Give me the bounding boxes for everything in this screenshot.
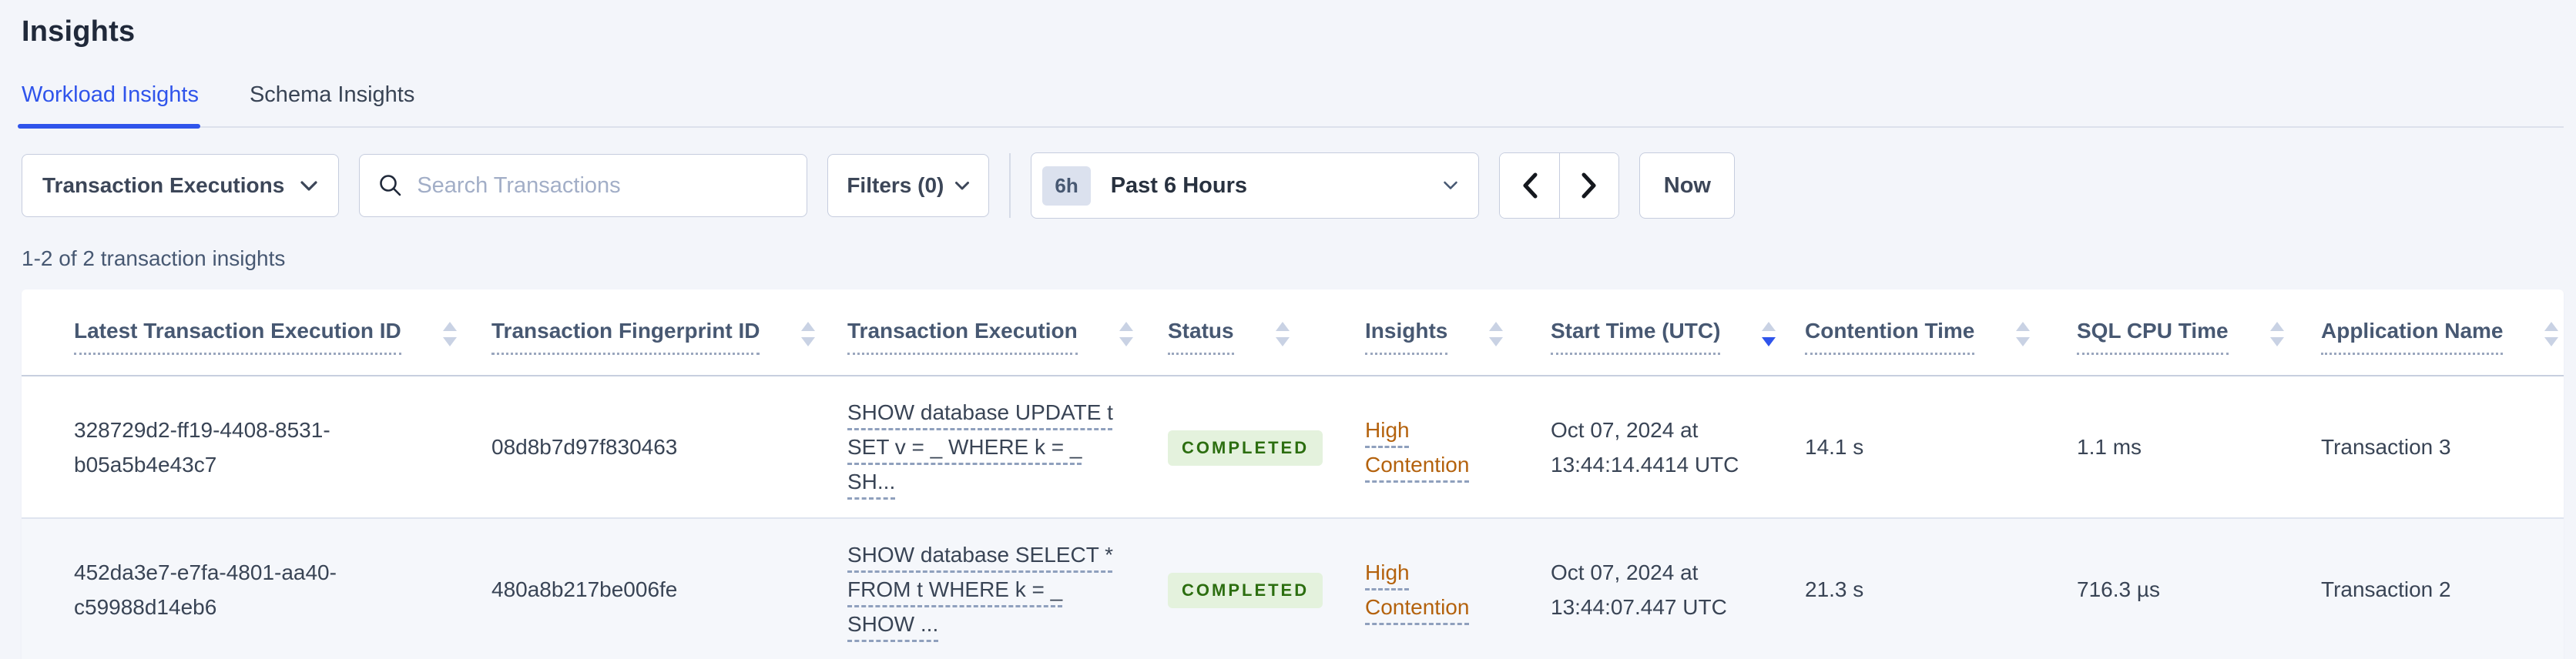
sort-icon[interactable] xyxy=(2269,320,2286,348)
col-header-fingerprint-id[interactable]: Transaction Fingerprint ID xyxy=(468,289,824,376)
search-icon xyxy=(380,175,401,196)
chevron-down-icon xyxy=(300,180,317,191)
sort-icon[interactable] xyxy=(1274,320,1291,348)
chevron-left-icon xyxy=(1523,172,1538,199)
search-input[interactable] xyxy=(417,172,789,199)
time-nav-group xyxy=(1499,152,1620,219)
cell-exec-id: 452da3e7-e7fa-4801-aa40-c59988d14eb6 xyxy=(74,560,337,619)
execution-type-dropdown[interactable]: Transaction Executions xyxy=(22,154,340,217)
execution-type-dropdown-label: Transaction Executions xyxy=(42,173,285,197)
table-header-row: Latest Transaction Execution ID Transact… xyxy=(22,289,2564,376)
insight-link[interactable]: High Contention xyxy=(1365,560,1469,619)
chevron-right-icon xyxy=(1581,172,1596,199)
cell-start-time: Oct 07, 2024 at 13:44:14.4414 UTC xyxy=(1551,417,1739,477)
cell-insights: High Contention xyxy=(1342,518,1528,659)
table-row: 328729d2-ff19-4408-8531-b05a5b4e43c7 08d… xyxy=(22,376,2564,518)
cell-sql-cpu-time: 716.3 µs xyxy=(2077,577,2160,601)
chevron-down-icon xyxy=(1444,181,1458,189)
cell-insights: High Contention xyxy=(1342,376,1528,518)
cell-transaction-execution: SHOW database UPDATE t SET v = _ WHERE k… xyxy=(824,376,1145,518)
cell-start-time: Oct 07, 2024 at 13:44:07.447 UTC xyxy=(1551,560,1727,619)
cell-fingerprint-id: 08d8b7d97f830463 xyxy=(491,435,678,459)
filters-dropdown[interactable]: Filters (0) xyxy=(827,154,990,217)
col-header-transaction-execution[interactable]: Transaction Execution xyxy=(824,289,1145,376)
cell-sql-cpu-time: 1.1 ms xyxy=(2077,435,2142,459)
status-badge: COMPLETED xyxy=(1168,430,1323,466)
cell-fingerprint-id: 480a8b217be006fe xyxy=(491,577,678,601)
col-header-insights[interactable]: Insights xyxy=(1342,289,1528,376)
status-badge: COMPLETED xyxy=(1168,572,1323,608)
sort-icon[interactable] xyxy=(1760,320,1777,348)
transaction-insights-table: Latest Transaction Execution ID Transact… xyxy=(22,289,2564,659)
transaction-statement-link[interactable]: SHOW database UPDATE t SET v = _ WHERE k… xyxy=(847,400,1113,493)
sort-icon[interactable] xyxy=(800,320,817,348)
time-prev-button[interactable] xyxy=(1500,153,1560,218)
cell-application-name: Transaction 3 xyxy=(2321,435,2451,459)
cell-contention-time: 21.3 s xyxy=(1805,577,1864,601)
chevron-down-icon xyxy=(955,181,970,189)
cell-status: COMPLETED xyxy=(1145,518,1342,659)
time-next-button[interactable] xyxy=(1559,153,1619,218)
cell-contention-time: 14.1 s xyxy=(1805,435,1864,459)
col-header-contention-time[interactable]: Contention Time xyxy=(1782,289,2054,376)
time-range-picker[interactable]: 6h Past 6 Hours xyxy=(1031,152,1480,219)
sort-icon[interactable] xyxy=(2014,320,2031,348)
filters-dropdown-label: Filters (0) xyxy=(847,173,944,197)
sort-icon[interactable] xyxy=(1118,320,1135,348)
col-header-application-name[interactable]: Application Name xyxy=(2298,289,2564,376)
cell-transaction-execution: SHOW database SELECT * FROM t WHERE k = … xyxy=(824,518,1145,659)
sort-icon[interactable] xyxy=(2543,320,2560,348)
table-row: 452da3e7-e7fa-4801-aa40-c59988d14eb6 480… xyxy=(22,518,2564,659)
cell-status: COMPLETED xyxy=(1145,376,1342,518)
page-title: Insights xyxy=(22,15,136,48)
cell-exec-id: 328729d2-ff19-4408-8531-b05a5b4e43c7 xyxy=(74,417,330,477)
tab-bar: Workload Insights Schema Insights xyxy=(18,82,2564,129)
now-button[interactable]: Now xyxy=(1639,152,1736,219)
insights-table-card: Latest Transaction Execution ID Transact… xyxy=(22,289,2564,659)
results-count: 1-2 of 2 transaction insights xyxy=(22,246,286,270)
transaction-statement-link[interactable]: SHOW database SELECT * FROM t WHERE k = … xyxy=(847,543,1113,636)
tab-workload-insights[interactable]: Workload Insights xyxy=(18,82,200,129)
sort-icon[interactable] xyxy=(441,320,458,348)
time-range-badge: 6h xyxy=(1042,166,1091,206)
col-header-sql-cpu-time[interactable]: SQL CPU Time xyxy=(2054,289,2298,376)
time-range-label: Past 6 Hours xyxy=(1110,172,1247,198)
cell-application-name: Transaction 2 xyxy=(2321,577,2451,601)
tab-schema-insights[interactable]: Schema Insights xyxy=(250,82,414,126)
insight-link[interactable]: High Contention xyxy=(1365,418,1469,477)
insights-page: Insights Workload Insights Schema Insigh… xyxy=(0,0,2576,659)
col-header-latest-exec-id[interactable]: Latest Transaction Execution ID xyxy=(22,289,468,376)
toolbar: Transaction Executions Filters (0) 6h Pa… xyxy=(22,152,2564,219)
sort-icon[interactable] xyxy=(1488,320,1504,348)
col-header-start-time[interactable]: Start Time (UTC) xyxy=(1528,289,1782,376)
col-header-status[interactable]: Status xyxy=(1145,289,1342,376)
toolbar-divider xyxy=(1009,153,1011,218)
search-box[interactable] xyxy=(359,154,808,217)
